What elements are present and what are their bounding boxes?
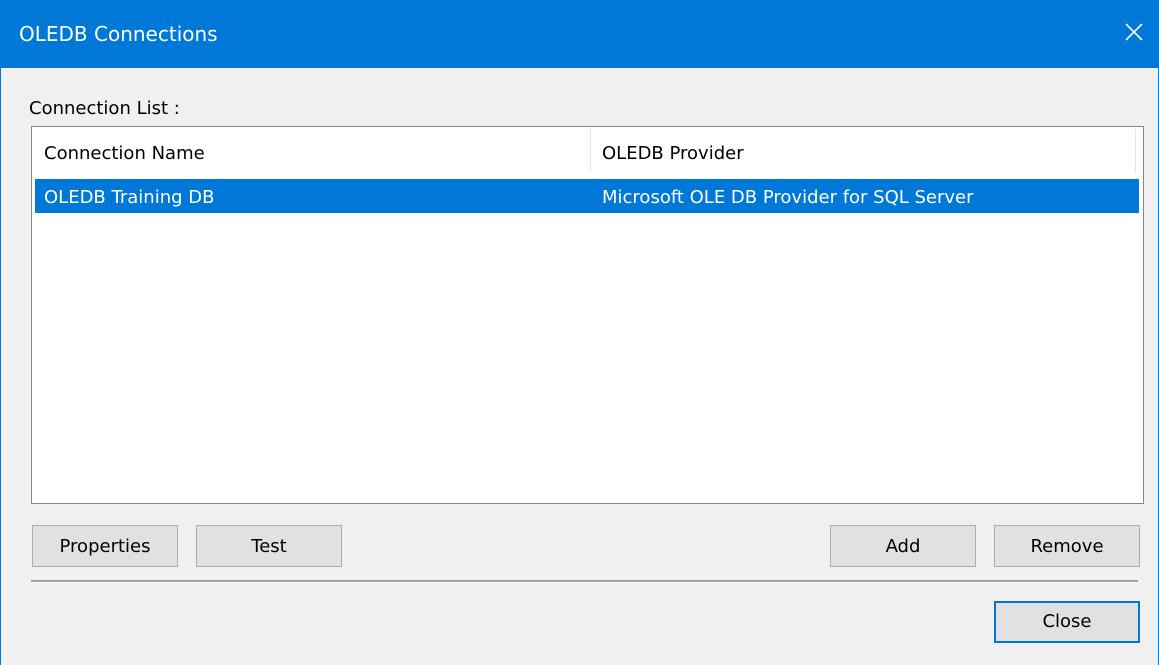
close-button[interactable]: Close [994,601,1140,643]
separator [31,580,1138,583]
list-row-selected[interactable]: OLEDB Training DB Microsoft OLE DB Provi… [35,179,1139,213]
list-header: Connection Name OLEDB Provider [32,127,1143,177]
column-header-connection-name[interactable]: Connection Name [44,127,205,177]
oledb-connections-dialog: OLEDB Connections Connection List : Conn… [0,0,1159,665]
window-title: OLEDB Connections [19,22,218,46]
column-divider[interactable] [1135,129,1136,173]
cell-connection-name: OLEDB Training DB [44,187,215,208]
remove-button[interactable]: Remove [994,525,1140,567]
test-button[interactable]: Test [196,525,342,567]
connection-list-label: Connection List : [29,98,180,119]
add-button[interactable]: Add [830,525,976,567]
column-divider[interactable] [590,129,591,173]
title-bar[interactable]: OLEDB Connections [1,0,1158,68]
cell-oledb-provider: Microsoft OLE DB Provider for SQL Server [602,187,974,208]
properties-button[interactable]: Properties [32,525,178,567]
column-header-oledb-provider[interactable]: OLEDB Provider [602,127,744,177]
close-icon[interactable] [1112,0,1158,68]
connection-list[interactable]: Connection Name OLEDB Provider OLEDB Tra… [31,126,1144,504]
